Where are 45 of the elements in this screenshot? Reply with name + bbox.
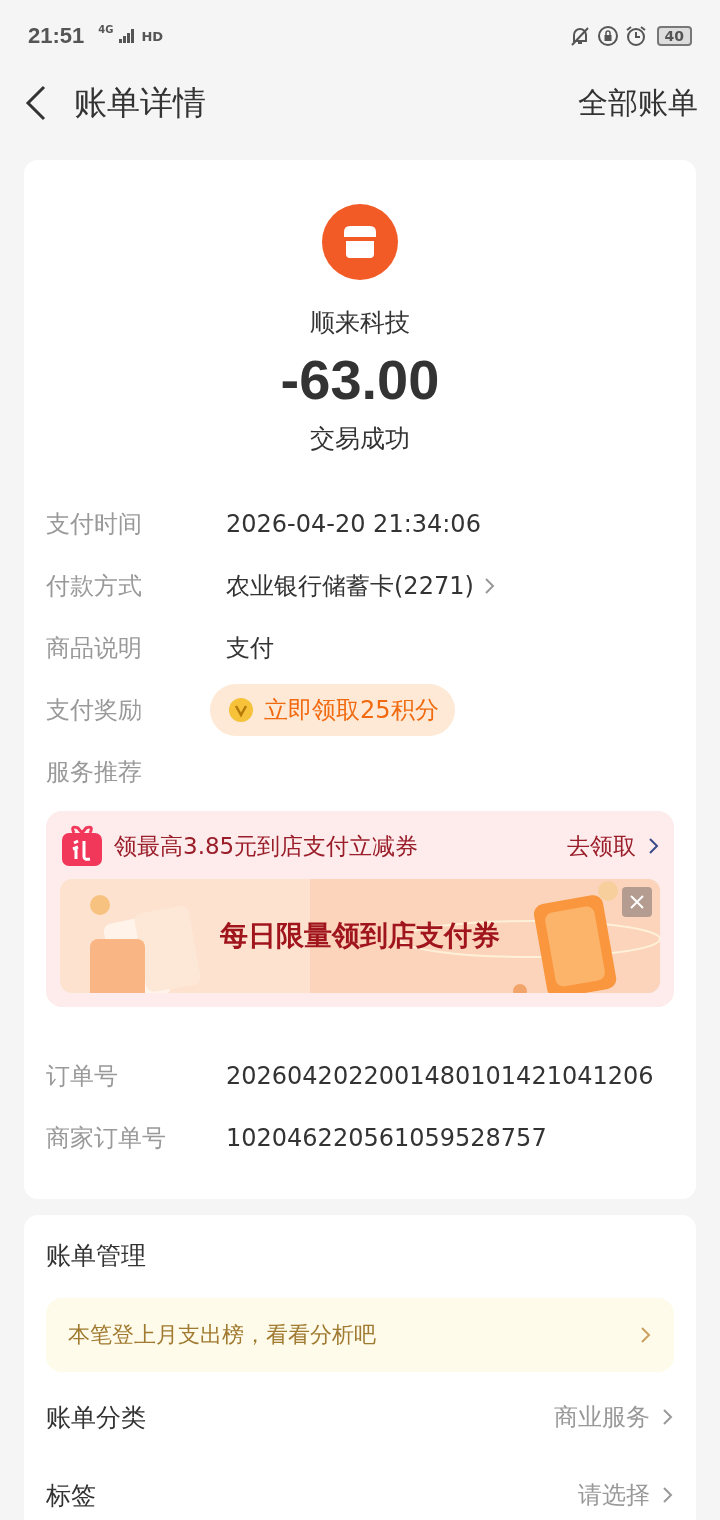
signal-icon xyxy=(119,29,136,43)
detail-value: 102046220561059528757 xyxy=(226,1124,547,1152)
coupon-banner[interactable]: 每日限量领到店支付券 xyxy=(60,879,660,993)
setting-label: 标签 xyxy=(46,1479,96,1512)
detail-label: 支付奖励 xyxy=(46,695,143,726)
detail-value: 2026042022001480101421041206 xyxy=(226,1062,654,1090)
claim-link[interactable]: 去领取 xyxy=(567,830,660,862)
shop-icon xyxy=(322,204,398,280)
detail-label: 商家订单号 xyxy=(46,1123,167,1154)
analysis-tip[interactable]: 本笔登上月支出榜，看看分析吧 xyxy=(46,1298,674,1372)
close-button[interactable] xyxy=(622,887,652,917)
detail-value: 2026-04-20 21:34:06 xyxy=(226,510,481,538)
merchant-name: 顺来科技 xyxy=(310,307,410,339)
chevron-icon xyxy=(648,836,660,856)
page-title: 账单详情 xyxy=(74,81,206,124)
gift-icon xyxy=(60,825,104,867)
alarm-icon xyxy=(624,25,647,47)
detail-label: 支付时间 xyxy=(46,509,143,540)
amount: -63.00 xyxy=(280,347,440,412)
section-label: 服务推荐 xyxy=(46,757,143,788)
setting-label: 账单分类 xyxy=(46,1401,146,1434)
detail-label: 商品说明 xyxy=(46,633,143,664)
banner-text: 每日限量领到店支付券 xyxy=(220,918,500,954)
hd-label: HD xyxy=(141,28,164,44)
promo-text: 领最高3.85元到店支付立减券 xyxy=(114,831,420,861)
detail-label: 订单号 xyxy=(46,1061,119,1092)
battery-indicator: 40 xyxy=(656,26,692,46)
network-label: 4G xyxy=(98,24,114,35)
chevron-icon xyxy=(640,1325,652,1345)
section-title: 账单管理 xyxy=(46,1240,147,1272)
back-icon xyxy=(24,85,48,121)
payment-method-link[interactable]: 农业银行储蓄卡(2271) xyxy=(226,570,496,602)
back-button[interactable] xyxy=(24,85,48,121)
points-coin-icon xyxy=(228,697,254,723)
status-time: 21:51 xyxy=(28,23,85,49)
detail-value: 支付 xyxy=(226,633,274,664)
bell-muted-icon xyxy=(568,25,591,47)
transaction-status: 交易成功 xyxy=(310,423,410,455)
detail-label: 付款方式 xyxy=(46,571,143,602)
close-icon xyxy=(630,895,644,909)
chevron-icon xyxy=(483,576,496,596)
rotation-lock-icon xyxy=(596,25,619,47)
chevron-icon xyxy=(662,1485,674,1505)
chevron-icon xyxy=(662,1407,674,1427)
all-bills-link[interactable]: 全部账单 xyxy=(578,82,698,124)
